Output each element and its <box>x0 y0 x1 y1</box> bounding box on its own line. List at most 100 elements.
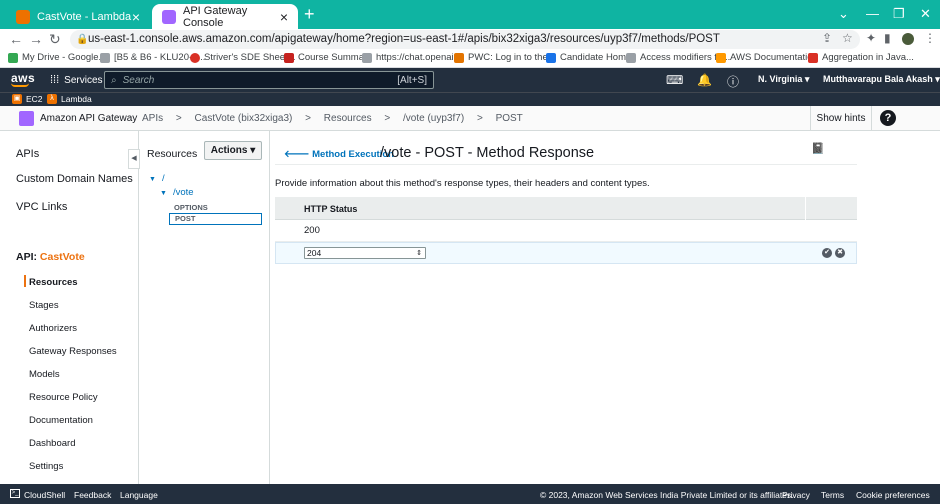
nav-apis[interactable]: APIs <box>16 148 39 160</box>
extensions-icon[interactable]: ✦ <box>866 31 876 45</box>
tree-method-options[interactable]: OPTIONS <box>174 203 208 212</box>
tree-node-vote[interactable]: ▼/vote <box>160 187 194 198</box>
close-icon[interactable]: × <box>280 9 288 25</box>
help-icon[interactable]: ? <box>880 110 896 126</box>
forward-icon[interactable]: → <box>29 31 43 47</box>
reload-icon[interactable]: ↻ <box>49 31 61 48</box>
services-menu[interactable]: ⁞⁞⁞ Services <box>50 74 103 86</box>
table-header: HTTP Status <box>275 197 857 220</box>
resources-panel: Resources Actions ▾ ▼ / ▼/vote OPTIONS PO… <box>140 131 270 484</box>
bookmark-item[interactable]: Course Summary <box>284 52 372 63</box>
feedback-link[interactable]: Feedback <box>74 490 111 500</box>
cookie-preferences-link[interactable]: Cookie preferences <box>856 490 930 500</box>
service-header: Amazon API Gateway APIs > CastVote (bix3… <box>0 106 940 131</box>
page-description: Provide information about this method's … <box>275 178 650 189</box>
url-text: us-east-1.console.aws.amazon.com/apigate… <box>88 33 720 45</box>
breadcrumb-api[interactable]: CastVote (bix32xiga3) <box>195 113 293 124</box>
cloudshell-icon: >_ <box>10 489 20 498</box>
breadcrumb-resources[interactable]: Resources <box>324 113 372 124</box>
aws-logo[interactable]: aws <box>11 71 35 87</box>
browser-menu-icon[interactable]: ⋮ <box>924 31 936 45</box>
minimize-icon[interactable]: — <box>866 6 879 21</box>
bookmark-item[interactable]: Candidate Home <box>546 52 631 63</box>
cancel-x-icon[interactable]: ✖ <box>835 248 845 258</box>
bookmark-item[interactable]: Access modifiers fo... <box>626 52 730 63</box>
share-icon[interactable]: ⇪ <box>822 31 832 45</box>
method-execution-link[interactable]: 🡐 Method Execution <box>284 149 394 160</box>
bookmark-item[interactable]: PWC: Log in to the... <box>454 52 556 63</box>
nav-models[interactable]: Models <box>29 369 60 380</box>
notifications-bell-icon[interactable]: 🔔 <box>697 73 712 87</box>
profile-avatar[interactable] <box>902 33 914 45</box>
active-indicator <box>24 275 26 287</box>
nav-vpc-links[interactable]: VPC Links <box>16 201 67 213</box>
breadcrumb-apis[interactable]: APIs <box>142 113 163 124</box>
collapse-nav-icon[interactable]: ◀ <box>128 149 140 169</box>
nav-stages[interactable]: Stages <box>29 300 59 311</box>
back-icon[interactable]: ← <box>9 31 23 47</box>
tab-search-icon[interactable]: ⌄ <box>838 6 849 22</box>
nav-resource-policy[interactable]: Resource Policy <box>29 392 98 403</box>
maximize-icon[interactable]: ❐ <box>893 6 905 22</box>
bookmark-item[interactable]: Striver's SDE Sheet... <box>190 52 296 63</box>
lambda-icon: λ <box>47 94 57 104</box>
tree-node-root[interactable]: ▼ / <box>149 173 165 184</box>
service-name[interactable]: Amazon API Gateway <box>40 113 137 124</box>
account-menu[interactable]: Mutthavarapu Bala Akash ▾ <box>823 74 940 85</box>
bookmark-item[interactable]: My Drive - Google... <box>8 52 106 63</box>
caret-down-icon: ▼ <box>160 190 167 197</box>
nav-authorizers[interactable]: Authorizers <box>29 323 77 334</box>
select-arrows-icon: ⇕ <box>416 250 422 257</box>
nav-custom-domain-names[interactable]: Custom Domain Names <box>16 173 133 185</box>
terms-link[interactable]: Terms <box>821 490 844 500</box>
close-window-icon[interactable]: ✕ <box>920 6 931 22</box>
close-icon[interactable]: × <box>132 9 140 25</box>
browser-tab-lambda[interactable]: CastVote - Lambda × <box>6 4 150 29</box>
aws-top-nav: aws ⁞⁞⁞ Services ⌕ Search [Alt+S] ⌨ 🔔 ⓘ … <box>0 68 940 92</box>
browser-tab-strip: CastVote - Lambda × API Gateway Console … <box>0 0 940 29</box>
nav-dashboard[interactable]: Dashboard <box>29 438 75 449</box>
help-icon[interactable]: ⓘ <box>727 73 739 90</box>
caret-down-icon: ▼ <box>149 176 156 183</box>
bookmark-star-icon[interactable]: ☆ <box>842 31 853 45</box>
shortcut-ec2[interactable]: ▣ EC2 <box>12 94 43 104</box>
nav-gateway-responses[interactable]: Gateway Responses <box>29 346 117 357</box>
nav-settings[interactable]: Settings <box>29 461 63 472</box>
cloudshell-link[interactable]: CloudShell <box>24 490 65 500</box>
grid-icon: ⁞⁞⁞ <box>50 74 60 86</box>
cloudshell-icon[interactable]: ⌨ <box>666 73 683 87</box>
aws-search-input[interactable]: ⌕ Search [Alt+S] <box>104 71 434 89</box>
show-hints-button[interactable]: Show hints <box>810 106 872 130</box>
confirm-check-icon[interactable]: ✔ <box>822 248 832 258</box>
sidepanel-icon[interactable]: ▮ <box>884 31 891 45</box>
api-gateway-favicon-icon <box>162 9 176 24</box>
lambda-favicon-icon <box>16 9 30 24</box>
column-http-status: HTTP Status <box>304 204 358 214</box>
nav-resources[interactable]: Resources <box>29 277 78 288</box>
responses-table: HTTP Status 200 204 ⇕ ✔ ✖ <box>275 197 857 264</box>
breadcrumb: APIs > CastVote (bix32xiga3) > Resources… <box>142 113 533 124</box>
browser-tab-api-gateway[interactable]: API Gateway Console × <box>152 4 298 29</box>
new-tab-icon[interactable]: + <box>304 4 315 25</box>
bookmark-item[interactable]: AWS Documentation <box>716 52 818 63</box>
privacy-link[interactable]: Privacy <box>782 490 810 500</box>
documentation-book-icon[interactable]: 📓 <box>811 142 825 155</box>
bookmark-item[interactable]: https://chat.openai.... <box>362 52 464 63</box>
address-bar[interactable]: 🔒 us-east-1.console.aws.amazon.com/apiga… <box>70 30 860 49</box>
copyright-text: © 2023, Amazon Web Services India Privat… <box>540 490 794 500</box>
breadcrumb-method: POST <box>495 113 523 124</box>
api-gateway-icon <box>19 111 34 126</box>
table-row[interactable]: 200 <box>275 220 857 242</box>
language-link[interactable]: Language <box>120 490 158 500</box>
nav-documentation[interactable]: Documentation <box>29 415 93 426</box>
actions-button[interactable]: Actions ▾ <box>204 141 262 160</box>
breadcrumb-separator: > <box>175 113 182 124</box>
breadcrumb-resource[interactable]: /vote (uyp3f7) <box>403 113 464 124</box>
table-row-new: 204 ⇕ ✔ ✖ <box>275 242 857 264</box>
bookmark-item[interactable]: Aggregation in Java... <box>808 52 914 63</box>
method-response-content: 🡐 Method Execution /vote - POST - Method… <box>271 131 940 484</box>
http-status-select[interactable]: 204 ⇕ <box>304 247 426 259</box>
region-selector[interactable]: N. Virginia ▾ <box>758 74 809 85</box>
tree-method-post[interactable]: POST <box>169 213 262 225</box>
shortcut-lambda[interactable]: λ Lambda <box>47 94 92 104</box>
